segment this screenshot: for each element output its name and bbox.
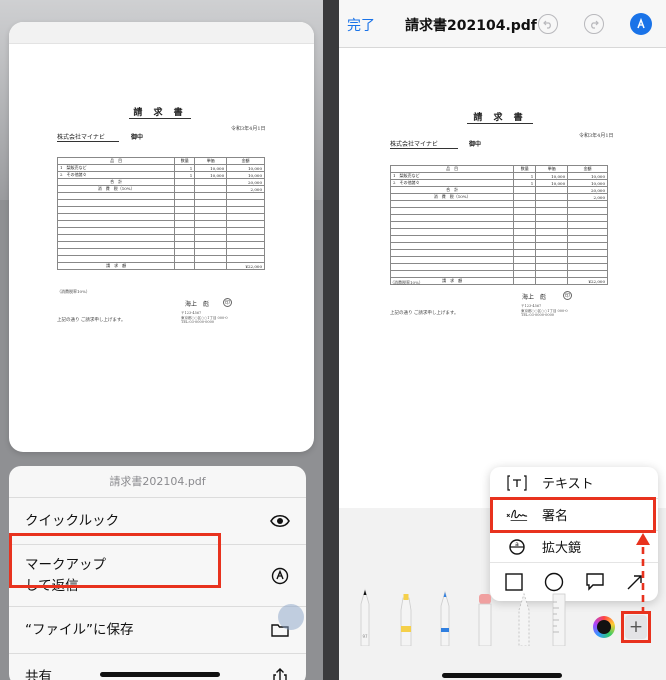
add-button-highlight: [621, 611, 651, 643]
tax-row: 消 費 税（10%） 2,000: [56, 185, 265, 193]
share-panel: 請 求 書 令和3年4月1日 株式会社マイナビ 御中 品 目 数量 単価 金額 …: [0, 0, 323, 680]
eraser-tool-icon[interactable]: [476, 588, 494, 646]
home-indicator: [442, 673, 562, 678]
svg-text:a: a: [515, 541, 519, 548]
markup-highlight: [9, 533, 221, 588]
panel-divider: [323, 0, 339, 680]
invoice-document: 請 求 書 令和3年4月1日 株式会社マイナビ 御中 品 目 数量 単価 金額 …: [9, 22, 314, 452]
markup-toggle-icon[interactable]: [630, 13, 652, 35]
pdf-page[interactable]: 請 求 書 令和3年4月1日 株式会社マイナビ 御中 品 目 数量 単価 金額 …: [339, 48, 666, 508]
table-row: 2 その他諸々 1 10,000 10,000: [56, 171, 265, 179]
magnifier-menu-item[interactable]: a 拡大鏡: [490, 531, 658, 563]
invoice-table: 品 目 数量 単価 金額 1 梨販売など 1 10,000 10,000 2 そ…: [56, 157, 265, 270]
invoice-table: 品 目 数量 単価 金額 1 梨販売など 1 10,000 10,000 2 そ…: [389, 165, 608, 285]
magnifier-icon: a: [506, 537, 528, 557]
sender-name: 海上 彪: [185, 301, 210, 308]
tax-rate-note: （消費税率10%）: [57, 289, 90, 294]
save-to-files-item[interactable]: “ファイル”に保存: [9, 607, 306, 654]
undo-icon[interactable]: [538, 14, 558, 34]
table-row: 2 その他諸々 1 10,000 10,000: [389, 179, 608, 187]
text-box-icon: [506, 473, 528, 493]
document-title: 請求書202104.pdf: [405, 18, 537, 34]
lasso-tool-icon[interactable]: [516, 588, 532, 646]
table-row: 1 梨販売など 1 10,000 10,000: [389, 172, 608, 180]
pen-tool-icon[interactable]: 97: [357, 588, 373, 646]
home-indicator: [100, 672, 220, 677]
ruler-tool-icon[interactable]: [551, 588, 567, 646]
total-row: 請 求 額 ¥22,000: [389, 277, 608, 285]
pencil-tool-icon[interactable]: [437, 588, 453, 646]
total-row: 請 求 額 ¥22,000: [56, 262, 265, 270]
nav-bar: 完了 請求書202104.pdf: [339, 0, 666, 48]
pdf-preview-card[interactable]: 請 求 書 令和3年4月1日 株式会社マイナビ 御中 品 目 数量 単価 金額 …: [9, 22, 314, 452]
markup-panel: 完了 請求書202104.pdf 請 求 書 令和3年4月1日 株式会社マイナビ…: [339, 0, 666, 680]
svg-text:97: 97: [362, 634, 368, 639]
invoice-document: 請 求 書 令和3年4月1日 株式会社マイナビ 御中 品 目 数量 単価 金額 …: [339, 48, 666, 508]
client-name: 株式会社マイナビ: [57, 132, 119, 142]
share-menu-title: 請求書202104.pdf: [9, 466, 306, 498]
redo-icon[interactable]: [584, 14, 604, 34]
invoice-title: 請 求 書: [129, 105, 191, 119]
subtotal-row: 合 計 20,000: [56, 178, 265, 186]
sender-address: 〒123-4567 東京都○○区○○1丁目 000-0 TEL:03-0000-…: [181, 311, 228, 325]
eye-icon: [270, 511, 290, 531]
text-menu-item[interactable]: テキスト: [490, 467, 658, 499]
invoice-date: 令和3年4月1日: [231, 126, 266, 132]
markup-icon: [270, 566, 290, 586]
color-picker-icon[interactable]: [593, 616, 615, 638]
markup-add-menu: テキスト 署名 a 拡大鏡: [490, 467, 658, 601]
share-icon: [270, 667, 290, 680]
done-button[interactable]: 完了: [347, 15, 375, 35]
speech-bubble-shape-icon[interactable]: [585, 573, 605, 591]
signature-highlight: [490, 497, 656, 533]
background-button-icon: [278, 604, 304, 630]
footer-note: 上記の通り ご請求申し上げます。: [57, 318, 126, 323]
screenshot: 請 求 書 令和3年4月1日 株式会社マイナビ 御中 品 目 数量 単価 金額 …: [0, 0, 666, 680]
client-honorific: 御中: [131, 134, 144, 141]
table-header: 品 目 数量 単価 金額: [56, 157, 265, 165]
table-row: 1 梨販売など 1 10,000 10,000: [56, 164, 265, 172]
markup-toolbar: 97: [339, 588, 666, 660]
seal-stamp: 印: [223, 298, 232, 307]
highlighter-tool-icon[interactable]: [397, 588, 415, 646]
